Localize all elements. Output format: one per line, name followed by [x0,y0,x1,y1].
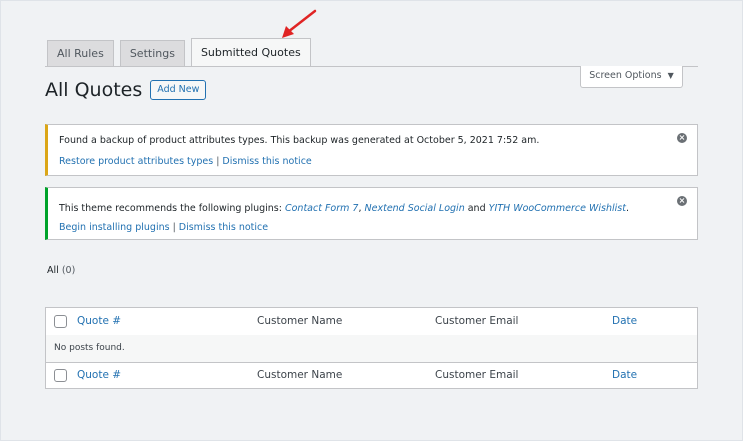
select-all-checkbox[interactable] [54,315,67,328]
status-filter: All (0) [47,265,75,276]
column-customer-email: Customer Email [435,315,519,327]
column-quote-number[interactable]: Quote # [77,315,121,327]
column-customer-name: Customer Name [257,369,343,381]
column-customer-name: Customer Name [257,315,343,327]
plugins-period: . [625,203,630,214]
begin-installing-plugins-link[interactable]: Begin installing plugins [59,222,170,233]
table-header-row: Quote # Customer Name Customer Email Dat… [46,308,697,336]
select-all-checkbox[interactable] [54,369,67,382]
page: All Rules Settings Submitted Quotes Scre… [0,0,743,441]
plugin-link-yith-wishlist[interactable]: YITH WooCommerce Wishlist [489,203,626,214]
plugin-link-nextend-social-login[interactable]: Nextend Social Login [365,203,465,214]
plugins-and: and [464,203,489,214]
table-row: No posts found. [46,335,697,363]
backup-notice: Found a backup of product attributes typ… [45,124,698,176]
restore-attributes-link[interactable]: Restore product attributes types [59,156,213,167]
column-customer-email: Customer Email [435,369,519,381]
page-title: All Quotes [45,79,143,101]
filter-all-count: (0) [61,265,76,276]
screen-options-button[interactable]: Screen Options ▼ [580,66,683,88]
add-new-button[interactable]: Add New [150,80,207,100]
dismiss-notice-link[interactable]: Dismiss this notice [222,156,311,167]
annotation-arrow-icon [282,9,317,38]
backup-notice-message: Found a backup of product attributes typ… [59,135,540,146]
tab-settings[interactable]: Settings [119,40,185,66]
empty-message: No posts found. [54,343,125,353]
screen-options-label: Screen Options [589,70,662,81]
plugin-link-contact-form-7[interactable]: Contact Form 7 [285,203,358,214]
separator: | [216,156,220,167]
tab-submitted-quotes[interactable]: Submitted Quotes [190,38,311,66]
column-quote-number[interactable]: Quote # [77,369,121,381]
page-heading: All Quotes Add New [45,79,207,101]
plugins-notice-prefix: This theme recommends the following plug… [59,203,285,214]
column-date[interactable]: Date [612,315,637,327]
tab-bar: All Rules Settings Submitted Quotes [47,38,317,66]
close-icon[interactable]: × [677,133,687,143]
table-footer-row: Quote # Customer Name Customer Email Dat… [46,362,697,389]
plugins-notice-message: This theme recommends the following plug… [59,203,629,214]
plugins-notice: This theme recommends the following plug… [45,187,698,240]
filter-all-link[interactable]: All [47,265,59,276]
dismiss-notice-link[interactable]: Dismiss this notice [179,222,268,233]
tab-all-rules[interactable]: All Rules [47,40,114,66]
caret-down-icon: ▼ [667,71,674,80]
plugins-notice-actions: Begin installing plugins | Dismiss this no… [59,222,268,233]
backup-notice-actions: Restore product attributes types | Dismiss… [59,156,312,167]
separator: | [172,222,176,233]
column-date[interactable]: Date [612,369,637,381]
close-icon[interactable]: × [677,196,687,206]
quotes-table: Quote # Customer Name Customer Email Dat… [45,307,698,389]
